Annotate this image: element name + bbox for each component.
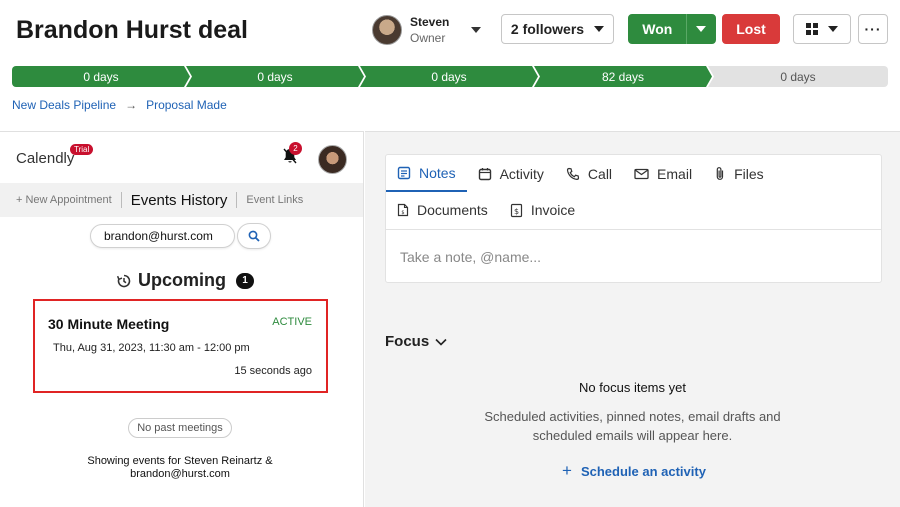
- lost-button[interactable]: Lost: [722, 14, 780, 44]
- main-panel: Notes Activity Call Email Files $ Docume…: [365, 131, 900, 507]
- meeting-title: 30 Minute Meeting: [48, 316, 170, 332]
- grid-icon: [806, 23, 818, 35]
- trial-badge: Trial: [70, 144, 94, 155]
- tab-events-history[interactable]: Events History: [131, 192, 228, 209]
- tab-notes[interactable]: Notes: [386, 155, 467, 192]
- composer-card: Notes Activity Call Email Files $ Docume…: [385, 154, 882, 283]
- owner-name: Steven: [410, 15, 450, 29]
- plus-icon: +: [562, 461, 572, 480]
- pipeline-stage[interactable]: 0 days: [708, 66, 888, 87]
- status-badge: ACTIVE: [272, 316, 312, 328]
- breadcrumb-stage-link[interactable]: Proposal Made: [146, 98, 227, 112]
- calendly-tabs: + New Appointment Events History Event L…: [0, 183, 363, 217]
- meeting-datetime: Thu, Aug 31, 2023, 11:30 am - 12:00 pm: [53, 342, 250, 354]
- svg-text:$: $: [401, 210, 404, 216]
- arrow-right-icon: →: [125, 98, 138, 112]
- upcoming-heading: Upcoming 1: [116, 270, 254, 291]
- chevron-down-icon: [828, 26, 838, 32]
- tab-call[interactable]: Call: [555, 155, 623, 192]
- history-icon: [116, 274, 131, 287]
- note-input[interactable]: Take a note, @name...: [386, 229, 881, 283]
- phone-icon: [566, 167, 580, 180]
- tab-activity[interactable]: Activity: [467, 155, 555, 192]
- pipeline-stage[interactable]: 82 days: [534, 66, 712, 87]
- won-button-group: Won: [628, 14, 716, 44]
- composer-tabs-secondary: $ Documents $ Invoice: [386, 192, 586, 228]
- svg-text:$: $: [514, 207, 519, 216]
- invoice-icon: $: [510, 203, 522, 217]
- chevron-down-icon: [435, 338, 447, 346]
- pipeline-stages: 0 days 0 days 0 days 82 days 0 days: [12, 66, 888, 87]
- calendly-header: Calendly Trial 2: [0, 132, 363, 182]
- followers-label: 2 followers: [510, 21, 585, 37]
- search-icon: [248, 230, 260, 242]
- breadcrumb: New Deals Pipeline → Proposal Made: [12, 98, 227, 112]
- chevron-down-icon: [594, 26, 605, 32]
- owner-role: Owner: [410, 31, 446, 45]
- meeting-card[interactable]: 30 Minute Meeting ACTIVE Thu, Aug 31, 20…: [33, 299, 328, 393]
- mail-icon: [634, 168, 649, 179]
- more-actions-button[interactable]: ···: [858, 14, 888, 44]
- empty-state-description: Scheduled activities, pinned notes, emai…: [484, 409, 781, 443]
- tab-new-appointment[interactable]: + New Appointment: [16, 194, 112, 206]
- pipeline-stage[interactable]: 0 days: [12, 66, 190, 87]
- pipeline-stage[interactable]: 0 days: [360, 66, 538, 87]
- schedule-activity-link[interactable]: + Schedule an activity: [562, 461, 706, 481]
- chevron-down-icon: [695, 26, 706, 32]
- meeting-created-ago: 15 seconds ago: [234, 365, 312, 377]
- empty-state-title: No focus items yet: [579, 380, 686, 395]
- won-dropdown-button[interactable]: [687, 26, 715, 32]
- email-search-input[interactable]: brandon@hurst.com: [90, 224, 235, 248]
- notes-icon: [397, 166, 411, 179]
- calendly-panel: Calendly Trial 2 + New Appointment Event…: [0, 131, 364, 507]
- showing-events-text: Showing events for Steven Reinartz & bra…: [87, 455, 273, 480]
- upcoming-label: Upcoming: [138, 270, 226, 290]
- composer-tabs: Notes Activity Call Email Files: [386, 155, 775, 192]
- notification-badge: 2: [289, 142, 302, 155]
- view-switcher-button[interactable]: [793, 14, 851, 44]
- document-icon: $: [397, 203, 409, 217]
- focus-section-toggle[interactable]: Focus: [385, 333, 447, 350]
- upcoming-count-badge: 1: [236, 272, 254, 289]
- breadcrumb-pipeline-link[interactable]: New Deals Pipeline: [12, 98, 116, 112]
- tab-files[interactable]: Files: [703, 155, 775, 192]
- tab-email[interactable]: Email: [623, 155, 703, 192]
- past-meetings-button[interactable]: No past meetings: [128, 418, 232, 438]
- pipeline-stage[interactable]: 0 days: [186, 66, 364, 87]
- owner-avatar: [372, 15, 402, 45]
- avatar[interactable]: [318, 145, 347, 174]
- won-button[interactable]: Won: [629, 21, 686, 37]
- focus-title: Focus: [385, 333, 430, 350]
- search-button[interactable]: [237, 223, 271, 249]
- chevron-down-icon: [471, 27, 482, 33]
- owner-selector[interactable]: Steven Owner: [372, 14, 482, 46]
- tab-event-links[interactable]: Event Links: [246, 194, 303, 206]
- followers-button[interactable]: 2 followers: [501, 14, 614, 44]
- calendar-icon: [478, 167, 491, 180]
- calendly-logo: Calendly: [16, 150, 75, 167]
- deal-title: Brandon Hurst deal: [16, 16, 248, 44]
- deal-page: Brandon Hurst deal Steven Owner 2 follow…: [0, 0, 900, 507]
- tab-invoice[interactable]: $ Invoice: [499, 192, 586, 229]
- tab-documents[interactable]: $ Documents: [386, 192, 499, 229]
- paperclip-icon: [716, 167, 724, 180]
